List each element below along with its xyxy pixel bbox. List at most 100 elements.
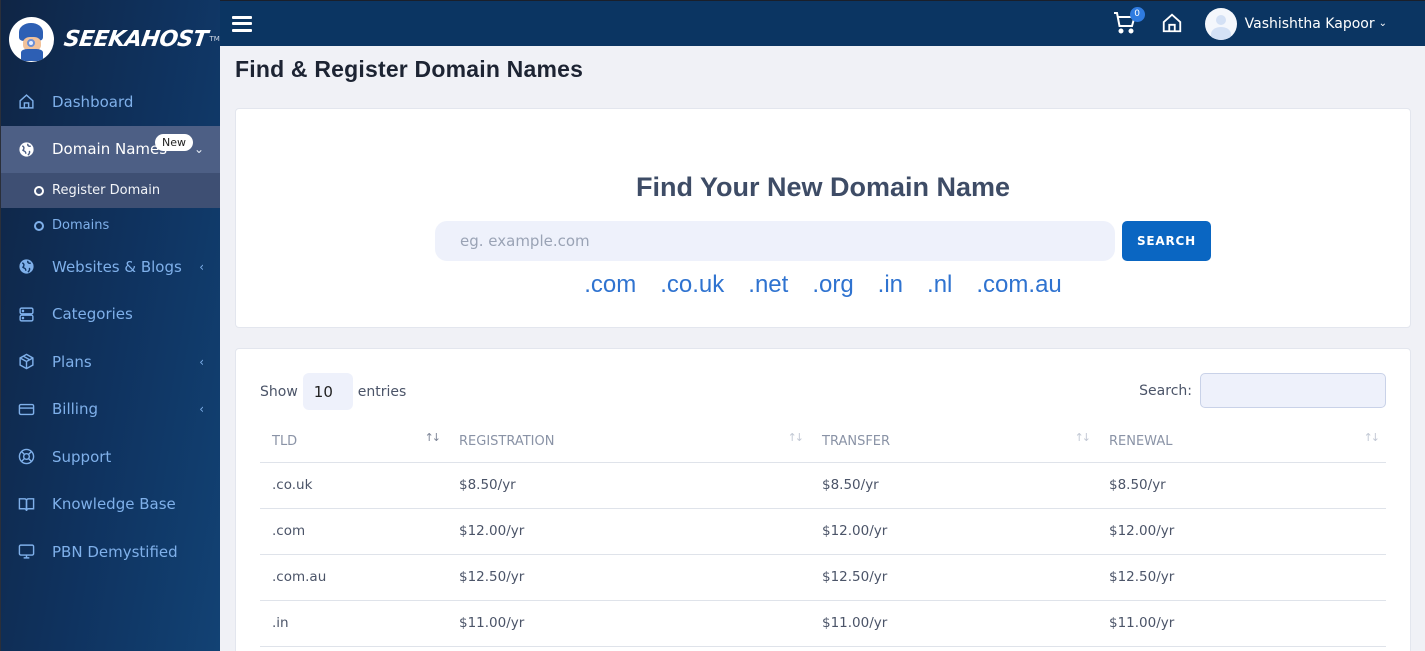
user-menu[interactable]: Vashishtha Kapoor (1245, 16, 1375, 32)
page-title: Find & Register Domain Names (235, 56, 584, 82)
brand-name: SEEKAHOST (62, 26, 210, 52)
cell-registration: $12.50/yr (447, 554, 810, 601)
show-label: Show (260, 383, 298, 400)
brand-logo (9, 16, 54, 62)
cell-transfer: $11.00/yr (810, 600, 1097, 647)
sidebar-subitem-register-domain[interactable]: Register Domain (1, 173, 220, 208)
cell-renewal: $11.00/yr (1097, 600, 1386, 647)
sidebar-item-pbn-demystified[interactable]: PBN Demystified (1, 528, 220, 576)
monitor-icon (17, 543, 35, 561)
domain-search-input[interactable] (435, 221, 1115, 261)
chevron-down-icon[interactable]: ⌄ (1379, 18, 1387, 29)
sort-icon: ↑↓ (787, 431, 805, 444)
table-row: .in $11.00/yr $11.00/yr $11.00/yr (260, 600, 1386, 647)
cell-transfer: $12.50/yr (810, 554, 1097, 601)
book-icon (17, 495, 35, 513)
tld-link-com-au[interactable]: .com.au (976, 271, 1061, 299)
sidebar-item-domain-names[interactable]: Domain Names New ⌄ (1, 125, 220, 173)
entries-length-control: Show 10 entries (260, 373, 406, 410)
credit-card-icon (17, 400, 35, 418)
chevron-left-icon: ‹ (199, 259, 204, 274)
sidebar-item-label: PBN Demystified (52, 542, 178, 561)
sidebar-item-support[interactable]: Support (1, 433, 220, 481)
table-row: .com $12.00/yr $12.00/yr $12.00/yr (260, 508, 1386, 555)
chevron-down-icon: ⌄ (193, 142, 204, 157)
sidebar-item-dashboard[interactable]: Dashboard (1, 78, 220, 126)
cell-registration: $11.00/yr (447, 600, 810, 647)
sidebar-subitem-label: Domains (52, 218, 110, 233)
cell-renewal: $12.00/yr (1097, 508, 1386, 555)
sidebar-item-categories[interactable]: Categories (1, 291, 220, 339)
column-header-tld[interactable]: TLD ↑↓ (260, 421, 447, 463)
top-bar: 0 Vashishtha Kapoor ⌄ (220, 0, 1425, 46)
home-button[interactable] (1161, 12, 1185, 36)
cell-transfer: $12.00/yr (810, 508, 1097, 555)
table-search-label: Search: (1139, 382, 1192, 399)
cell-tld: .co.uk (260, 462, 447, 509)
avatar[interactable] (1204, 7, 1237, 40)
cell-renewal: $12.50/yr (1097, 554, 1386, 601)
tld-link-in[interactable]: .in (878, 271, 903, 299)
sidebar-subitem-domains[interactable]: Domains (1, 208, 220, 243)
sidebar-item-label: Plans (52, 352, 92, 371)
tld-link-co-uk[interactable]: .co.uk (660, 271, 724, 299)
cell-tld: .in (260, 600, 447, 647)
globe-icon (17, 258, 35, 276)
sort-icon: ↑↓ (1363, 431, 1381, 444)
cart-count-badge: 0 (1129, 6, 1145, 22)
sort-icon: ↑↓ (424, 431, 442, 444)
cell-tld: .com (260, 508, 447, 555)
column-header-registration[interactable]: REGISTRATION ↑↓ (447, 421, 810, 463)
lifebuoy-icon (17, 448, 35, 466)
chevron-left-icon: ‹ (199, 354, 204, 369)
cell-transfer: $8.50/yr (810, 462, 1097, 509)
sidebar-subitem-label: Register Domain (52, 183, 161, 198)
column-header-renewal[interactable]: RENEWAL ↑↓ (1097, 421, 1386, 463)
tld-quick-links: .com .co.uk .net .org .in .nl .com.au (236, 271, 1410, 299)
domain-search-card: Find Your New Domain Name SEARCH .com .c… (235, 108, 1411, 328)
new-badge: New (155, 133, 193, 151)
sidebar-nav: Dashboard Domain Names New ⌄ Register Do… (1, 78, 220, 576)
globe-icon (17, 140, 35, 158)
chevron-left-icon: ‹ (199, 402, 204, 417)
table-header-row: TLD ↑↓ REGISTRATION ↑↓ TRANSFER ↑↓ RENEW… (260, 421, 1386, 463)
search-button[interactable]: SEARCH (1122, 221, 1211, 261)
sidebar-item-knowledge-base[interactable]: Knowledge Base (1, 481, 220, 529)
sidebar-item-plans[interactable]: Plans ‹ (1, 338, 220, 386)
sidebar-item-label: Support (52, 447, 112, 466)
table-search-input[interactable] (1200, 373, 1386, 408)
sidebar-item-label: Dashboard (52, 92, 134, 111)
sidebar-item-label: Knowledge Base (52, 495, 176, 514)
sidebar: SEEKAHOST TM Dashboard Domain Names New … (0, 0, 220, 651)
entries-label: entries (357, 383, 407, 400)
sidebar-item-label: Websites & Blogs (52, 257, 182, 276)
cell-renewal: $8.50/yr (1097, 462, 1386, 509)
tld-pricing-table: TLD ↑↓ REGISTRATION ↑↓ TRANSFER ↑↓ RENEW… (260, 421, 1386, 647)
cell-tld: .com.au (260, 554, 447, 601)
tld-link-com[interactable]: .com (584, 271, 636, 299)
home-icon (1162, 13, 1181, 32)
circle-icon (34, 185, 44, 196)
column-header-transfer[interactable]: TRANSFER ↑↓ (810, 421, 1097, 463)
sort-icon: ↑↓ (1074, 431, 1092, 444)
tld-link-org[interactable]: .org (812, 271, 853, 299)
server-icon (17, 305, 35, 323)
sidebar-item-websites-blogs[interactable]: Websites & Blogs ‹ (1, 243, 220, 291)
menu-toggle-icon[interactable] (232, 15, 252, 32)
brand[interactable]: SEEKAHOST TM (1, 0, 220, 78)
top-bar-actions: 0 Vashishtha Kapoor ⌄ (1113, 1, 1425, 46)
tld-link-net[interactable]: .net (748, 271, 788, 299)
cart-button[interactable]: 0 (1113, 6, 1145, 37)
sidebar-item-label: Domain Names (52, 140, 168, 159)
domain-search-heading: Find Your New Domain Name (635, 172, 1011, 202)
home-icon (17, 93, 35, 111)
tld-pricing-card: Show 10 entries Search: TLD ↑↓ REGISTRAT… (235, 348, 1411, 651)
cell-registration: $12.00/yr (447, 508, 810, 555)
circle-icon (34, 220, 44, 231)
cell-registration: $8.50/yr (447, 462, 810, 509)
sidebar-item-billing[interactable]: Billing ‹ (1, 386, 220, 434)
table-search-control: Search: (1139, 373, 1386, 408)
brand-trademark: TM (209, 35, 220, 43)
entries-select[interactable]: 10 (302, 373, 353, 410)
tld-link-nl[interactable]: .nl (927, 271, 952, 299)
